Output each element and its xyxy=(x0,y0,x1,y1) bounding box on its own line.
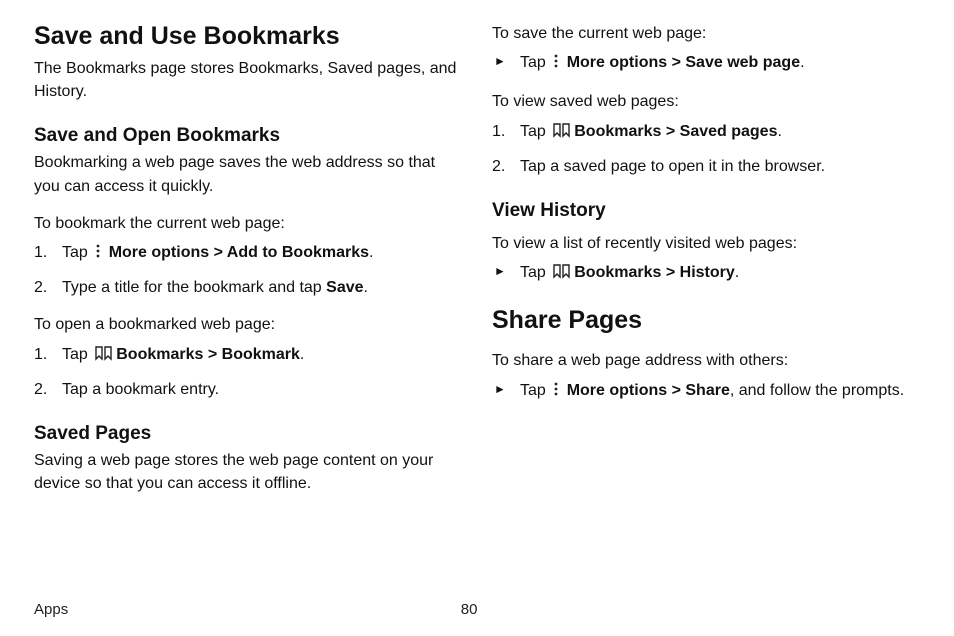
bullet-item: ► Tap More options > Share, and follow t… xyxy=(492,379,920,404)
step-item: 1. Tap More options > Add to Bookmarks. xyxy=(34,241,462,266)
step-number: 1. xyxy=(492,120,505,143)
more-options-icon xyxy=(94,243,102,266)
heading-save-open-bookmarks: Save and Open Bookmarks xyxy=(34,125,462,147)
steps-list: 1. Tap More options > Add to Bookmarks. … xyxy=(34,241,462,299)
bullet-list: ► Tap More options > Save web page. xyxy=(492,51,920,76)
step-number: 1. xyxy=(34,343,47,366)
bullet-marker-icon: ► xyxy=(494,381,506,398)
heading-save-use-bookmarks: Save and Use Bookmarks xyxy=(34,22,462,51)
bookmarks-icon xyxy=(94,345,114,368)
left-column: Save and Use Bookmarks The Bookmarks pag… xyxy=(34,22,462,593)
bullet-list: ► Tap More options > Share, and follow t… xyxy=(492,379,920,404)
intro-text: To view saved web pages: xyxy=(492,90,920,113)
right-column: To save the current web page: ► Tap More… xyxy=(492,22,920,593)
bullet-text: Tap Bookmarks > History. xyxy=(520,264,739,281)
bullet-item: ► Tap More options > Save web page. xyxy=(492,51,920,76)
intro-text: To view a list of recently visited web p… xyxy=(492,232,920,255)
footer-page-number: 80 xyxy=(68,601,870,618)
step-text: Tap a saved page to open it in the brows… xyxy=(520,158,825,175)
paragraph: Bookmarking a web page saves the web add… xyxy=(34,151,462,197)
footer-section-label: Apps xyxy=(34,601,68,618)
step-item: 1. Tap Bookmarks > Saved pages. xyxy=(492,120,920,145)
step-text: Type a title for the bookmark and tap Sa… xyxy=(62,279,368,296)
bullet-text: Tap More options > Save web page. xyxy=(520,54,805,71)
paragraph: The Bookmarks page stores Bookmarks, Sav… xyxy=(34,57,462,103)
paragraph: Saving a web page stores the web page co… xyxy=(34,449,462,495)
step-number: 2. xyxy=(34,378,47,401)
bullet-list: ► Tap Bookmarks > History. xyxy=(492,261,920,286)
bookmarks-icon xyxy=(552,263,572,286)
intro-text: To save the current web page: xyxy=(492,22,920,45)
step-number: 1. xyxy=(34,241,47,264)
intro-text: To open a bookmarked web page: xyxy=(34,313,462,336)
step-number: 2. xyxy=(34,276,47,299)
intro-text: To share a web page address with others: xyxy=(492,349,920,372)
bullet-text: Tap More options > Share, and follow the… xyxy=(520,382,904,399)
page-footer: Apps 80 xyxy=(34,601,920,618)
step-text: Tap Bookmarks > Bookmark. xyxy=(62,346,304,363)
step-text: Tap a bookmark entry. xyxy=(62,381,219,398)
heading-saved-pages: Saved Pages xyxy=(34,423,462,445)
step-item: 1. Tap Bookmarks > Bookmark. xyxy=(34,343,462,368)
step-item: 2. Tap a saved page to open it in the br… xyxy=(492,155,920,178)
step-text: Tap More options > Add to Bookmarks. xyxy=(62,244,373,261)
columns: Save and Use Bookmarks The Bookmarks pag… xyxy=(34,22,920,593)
more-options-icon xyxy=(552,381,560,404)
step-number: 2. xyxy=(492,155,505,178)
steps-list: 1. Tap Bookmarks > Saved pages. 2. Tap a… xyxy=(492,120,920,178)
step-item: 2. Tap a bookmark entry. xyxy=(34,378,462,401)
bullet-marker-icon: ► xyxy=(494,263,506,280)
bullet-item: ► Tap Bookmarks > History. xyxy=(492,261,920,286)
more-options-icon xyxy=(552,53,560,76)
step-text: Tap Bookmarks > Saved pages. xyxy=(520,123,782,140)
page: Save and Use Bookmarks The Bookmarks pag… xyxy=(0,0,954,636)
bookmarks-icon xyxy=(552,122,572,145)
steps-list: 1. Tap Bookmarks > Bookmark. 2. Tap a bo… xyxy=(34,343,462,401)
heading-view-history: View History xyxy=(492,200,920,222)
bullet-marker-icon: ► xyxy=(494,53,506,70)
step-item: 2. Type a title for the bookmark and tap… xyxy=(34,276,462,299)
intro-text: To bookmark the current web page: xyxy=(34,212,462,235)
heading-share-pages: Share Pages xyxy=(492,306,920,335)
